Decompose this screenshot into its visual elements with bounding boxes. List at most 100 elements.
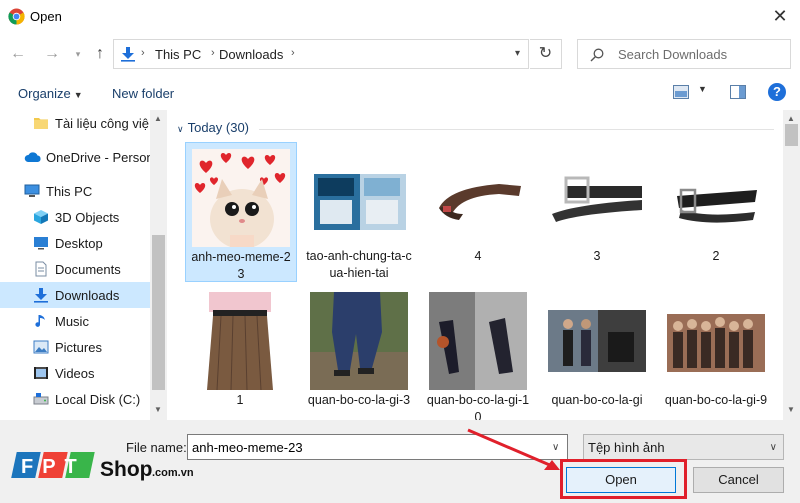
group-divider — [259, 129, 774, 130]
shop-word: Shop — [100, 458, 153, 481]
file-type-select[interactable]: Tệp hình ảnh ∨ — [583, 434, 784, 460]
navigation-bar: ← → ▾ ↑ › This PC › Downloads › ▾ ↻ — [0, 34, 800, 74]
cube-icon — [34, 210, 48, 224]
file-list: ∨ Today (30) anh-meo-meme-23 tao-anh-chu… — [167, 110, 783, 420]
file-name: quan-bo-co-la-gi-9 — [664, 393, 768, 407]
runners-thumbnail — [429, 292, 527, 390]
refresh-icon[interactable]: ↻ — [530, 39, 562, 69]
fpt-shop-watermark: FPT Shop .com.vn — [8, 446, 198, 498]
belt-thumbnail — [548, 148, 646, 246]
change-view-icon[interactable] — [673, 85, 689, 99]
desktop-icon — [34, 237, 48, 250]
scrollbar-thumb[interactable] — [152, 235, 165, 390]
sidebar-item-documents[interactable]: Documents — [0, 256, 150, 282]
file-list-scrollbar[interactable]: ▲ ▼ — [783, 110, 800, 420]
sidebar-item-this-pc[interactable]: This PC — [0, 178, 150, 204]
close-icon[interactable]: ✕ — [770, 6, 790, 26]
preview-pane-icon[interactable] — [730, 85, 746, 99]
chevron-down-icon[interactable]: ▾ — [515, 48, 520, 59]
help-icon[interactable]: ? — [768, 83, 786, 101]
chevron-right-icon: › — [291, 47, 295, 59]
sidebar-item-label: Pictures — [55, 340, 102, 355]
sidebar-item-local-disk[interactable]: Local Disk (C:) — [0, 386, 150, 412]
disk-icon — [33, 393, 49, 405]
sidebar-item-pictures[interactable]: Pictures — [0, 334, 150, 360]
sidebar-scrollbar[interactable]: ▲ ▼ — [150, 110, 167, 420]
sidebar-item-label: Downloads — [55, 288, 120, 303]
chevron-right-icon: › — [141, 47, 145, 59]
up-arrow-icon[interactable]: ↑ — [90, 44, 110, 64]
file-type-value: Tệp hình ảnh — [588, 440, 665, 455]
scrollbar-thumb[interactable] — [785, 124, 798, 146]
scroll-down-icon[interactable]: ▼ — [787, 405, 795, 414]
highlight-box — [560, 459, 687, 499]
view-options-chevron-icon[interactable]: ▼ — [698, 84, 707, 94]
scroll-up-icon[interactable]: ▲ — [787, 114, 795, 123]
belt-thumbnail — [667, 148, 765, 246]
file-tile[interactable]: 3 — [542, 142, 654, 282]
new-folder-button[interactable]: New folder — [112, 86, 174, 101]
file-name: quan-bo-co-la-gi-3 — [307, 393, 411, 407]
folder-icon — [34, 118, 48, 129]
group-header-label: Today (30) — [187, 120, 250, 135]
sidebar-item-label: Desktop — [55, 236, 103, 251]
sidebar-item-label: This PC — [46, 184, 93, 199]
download-icon — [121, 47, 135, 62]
fpt-letters: FPT — [21, 456, 86, 478]
file-tile[interactable]: quan-bo-co-la-gi-3 — [304, 286, 416, 420]
download-icon — [34, 288, 48, 303]
group-header-today[interactable]: ∨ Today (30) — [177, 120, 249, 135]
sidebar-item-onedrive[interactable]: OneDrive - Person — [0, 144, 150, 170]
search-icon — [590, 48, 604, 62]
title-bar: Open ✕ — [0, 0, 800, 34]
recent-locations-chevron-icon[interactable]: ▾ — [68, 44, 88, 64]
back-arrow-icon[interactable]: ← — [8, 44, 28, 64]
scroll-up-icon[interactable]: ▲ — [154, 114, 162, 123]
belt-thumbnail — [429, 148, 527, 246]
file-tile[interactable]: 1 — [185, 286, 297, 420]
file-tile[interactable]: anh-meo-meme-23 — [185, 142, 297, 282]
cancel-button[interactable]: Cancel — [693, 467, 784, 493]
fpt-logo-icon: FPT Shop .com.vn — [11, 452, 194, 481]
collage-thumbnail — [310, 148, 408, 246]
scroll-down-icon[interactable]: ▼ — [154, 405, 162, 414]
file-name: 4 — [474, 249, 482, 263]
file-name: tao-anh-chung-ta-cua-hien-tai — [306, 249, 412, 280]
sidebar-item-music[interactable]: Music — [0, 308, 150, 334]
search-box[interactable] — [577, 39, 791, 69]
breadcrumb-downloads[interactable]: Downloads — [219, 47, 283, 62]
address-bar[interactable]: › This PC › Downloads › ▾ — [113, 39, 529, 69]
file-tile[interactable]: 2 — [661, 142, 773, 282]
sidebar-item-label: OneDrive - Person — [46, 150, 150, 165]
forward-arrow-icon[interactable]: → — [42, 44, 62, 64]
group-thumbnail — [667, 292, 765, 390]
cat-meme-thumbnail — [192, 149, 290, 247]
breadcrumb-this-pc[interactable]: This PC — [155, 47, 201, 62]
chevron-right-icon: › — [211, 47, 215, 59]
search-input[interactable] — [618, 44, 786, 64]
file-tile[interactable]: quan-bo-co-la-gi — [542, 286, 654, 420]
file-tile[interactable]: 4 — [423, 142, 535, 282]
file-tile[interactable]: quan-bo-co-la-gi-9 — [661, 286, 773, 420]
organize-button[interactable]: Organize ▼ — [18, 86, 83, 101]
file-name: anh-meo-meme-23 — [191, 250, 291, 281]
file-name: quan-bo-co-la-gi-10 — [426, 393, 530, 420]
cloud-icon — [24, 152, 41, 162]
domain-suffix: .com.vn — [152, 467, 194, 479]
chevron-down-icon: ∨ — [769, 442, 777, 453]
file-name: 3 — [593, 249, 601, 263]
file-tile[interactable]: tao-anh-chung-ta-cua-hien-tai — [304, 142, 416, 282]
sidebar-item-downloads[interactable]: Downloads — [0, 282, 150, 308]
annotation-arrow-icon — [467, 428, 560, 470]
file-tile[interactable]: quan-bo-co-la-gi-10 — [423, 286, 535, 420]
sidebar-item-desktop[interactable]: Desktop — [0, 230, 150, 256]
computer-icon — [24, 184, 40, 197]
music-icon — [35, 315, 45, 327]
skirt-thumbnail — [191, 292, 289, 390]
file-name: 2 — [712, 249, 720, 263]
sidebar-item-tai-lieu[interactable]: Tài liệu công việ — [0, 110, 150, 136]
sidebar-item-3d-objects[interactable]: 3D Objects — [0, 204, 150, 230]
sidebar-item-videos[interactable]: Videos — [0, 360, 150, 386]
sidebar-item-label: Local Disk (C:) — [55, 392, 141, 407]
document-icon — [35, 261, 47, 277]
